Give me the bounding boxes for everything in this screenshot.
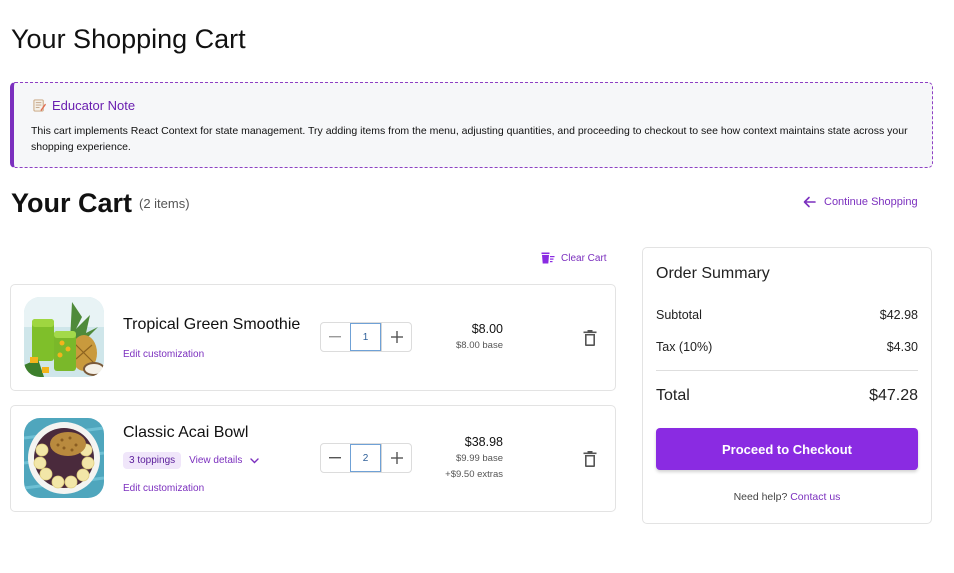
item-name: Tropical Green Smoothie: [123, 316, 301, 333]
total-label: Total: [656, 387, 690, 404]
plus-icon: [390, 452, 403, 464]
note-title-row: Educator Note: [33, 98, 135, 113]
item-base-price: $8.00 base: [455, 340, 503, 351]
cart-item-classic-acai-bowl: Classic Acai Bowl 3 toppings View detail…: [10, 405, 616, 512]
cart-heading: Your Cart: [11, 188, 133, 218]
acai-bowl-image: [24, 418, 104, 498]
clear-cart-button[interactable]: Clear Cart: [541, 252, 607, 264]
item-base-price: $9.99 base: [455, 453, 503, 464]
minus-icon: [329, 457, 342, 459]
minus-icon: [329, 336, 342, 338]
view-details-toggle[interactable]: View details: [189, 455, 260, 466]
item-price: $38.98: [464, 435, 503, 449]
item-price: $8.00: [471, 322, 503, 336]
total-row: Total $47.28: [656, 387, 918, 405]
order-summary-panel: Order Summary Subtotal $42.98 Tax (10%) …: [642, 247, 932, 524]
quantity-field[interactable]: 2: [349, 444, 382, 472]
chevron-down-icon: [250, 457, 260, 463]
tax-value: $4.30: [886, 340, 918, 354]
help-text: Need help?: [733, 491, 788, 503]
continue-shopping-label: Continue Shopping: [824, 196, 918, 208]
view-details-label: View details: [189, 455, 243, 466]
item-name: Classic Acai Bowl: [123, 424, 249, 441]
subtotal-row: Subtotal $42.98: [656, 308, 918, 322]
order-summary-title: Order Summary: [656, 265, 770, 282]
edit-customization-link[interactable]: Edit customization: [123, 483, 204, 494]
delete-item-icon[interactable]: [583, 451, 597, 467]
item-extras-price: +$9.50 extras: [445, 469, 503, 480]
help-line: Need help? Contact us: [643, 491, 931, 503]
quantity-stepper: 2: [320, 443, 412, 473]
delete-item-icon[interactable]: [583, 330, 597, 346]
summary-divider: [656, 370, 918, 371]
total-value: $47.28: [869, 387, 918, 404]
toppings-badge: 3 toppings: [123, 452, 182, 469]
decrease-quantity-button[interactable]: [321, 323, 350, 351]
tax-row: Tax (10%) $4.30: [656, 340, 918, 354]
educator-note: Educator Note This cart implements React…: [10, 82, 933, 168]
contact-us-link[interactable]: Contact us: [790, 491, 840, 503]
decrease-quantity-button[interactable]: [321, 444, 350, 472]
subtotal-value: $42.98: [879, 308, 918, 322]
subtotal-label: Subtotal: [656, 308, 702, 322]
increase-quantity-button[interactable]: [381, 323, 411, 351]
plus-icon: [390, 331, 403, 343]
memo-icon: [33, 99, 46, 112]
page-title: Your Shopping Cart: [11, 24, 246, 54]
item-price-block: $8.00 $8.00 base: [456, 322, 503, 352]
quantity-field[interactable]: 1: [349, 323, 382, 351]
cart-item-count: (2 items): [139, 196, 190, 211]
continue-shopping-link[interactable]: Continue Shopping: [803, 196, 918, 208]
note-title: Educator Note: [52, 98, 136, 113]
increase-quantity-button[interactable]: [381, 444, 411, 472]
proceed-to-checkout-button[interactable]: Proceed to Checkout: [656, 428, 918, 470]
tax-label: Tax (10%): [656, 340, 713, 354]
note-text: This cart implements React Context for s…: [31, 125, 908, 153]
green-smoothie-image: [24, 297, 104, 377]
quantity-stepper: 1: [320, 322, 412, 352]
item-price-block: $38.98 $9.99 base +$9.50 extras: [445, 435, 503, 481]
toppings-row: 3 toppings View details: [123, 452, 260, 469]
clear-cart-icon: [541, 252, 555, 264]
edit-customization-link[interactable]: Edit customization: [123, 349, 204, 360]
arrow-left-icon: [803, 196, 816, 208]
clear-cart-label: Clear Cart: [561, 252, 607, 264]
cart-item-tropical-green-smoothie: Tropical Green Smoothie Edit customizati…: [10, 284, 616, 391]
